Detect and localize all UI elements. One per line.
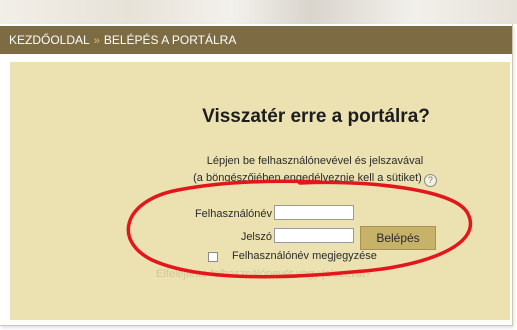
breadcrumb-home-link[interactable]: KEZDŐOLDAL <box>9 33 90 47</box>
breadcrumb-separator: » <box>93 35 100 47</box>
page-title: Visszatér erre a portálra? <box>202 106 430 127</box>
login-button[interactable]: Belépés <box>360 226 436 250</box>
remember-username-label: Felhasználónév megjegyzése <box>232 250 377 262</box>
header-background-strip <box>0 0 517 24</box>
help-icon[interactable]: ? <box>423 174 437 187</box>
breadcrumb-current: BELÉPÉS A PORTÁLRA <box>103 33 237 47</box>
login-description-line2: (a böngészőjében engedélyeznie kell a sü… <box>10 172 510 187</box>
password-input[interactable] <box>274 228 354 243</box>
forgot-credentials-link[interactable]: Elfelejtette felhasználónevét vagy jelsz… <box>156 268 371 280</box>
breadcrumb: KEZDŐOLDAL» BELÉPÉS A PORTÁLRA <box>0 26 512 54</box>
login-description-line1: Lépjen be felhasználónevével és jelszavá… <box>206 155 424 167</box>
username-label: Felhasználónév <box>194 208 272 220</box>
password-label: Jelszó <box>240 231 272 243</box>
remember-username-checkbox[interactable] <box>208 252 218 262</box>
login-content-area: Visszatér erre a portálra? Lépjen be fel… <box>10 62 510 320</box>
cookie-notice-text: (a böngészőjében engedélyeznie kell a sü… <box>193 172 422 184</box>
username-input[interactable] <box>274 205 354 220</box>
